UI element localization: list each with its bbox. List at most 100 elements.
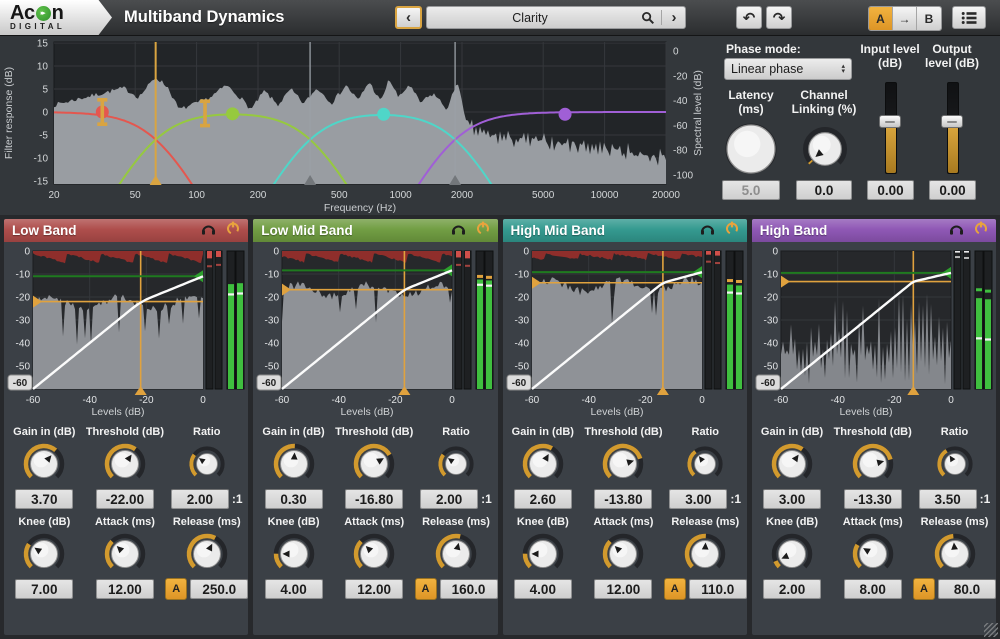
preset-name[interactable]: Clarity <box>427 7 633 28</box>
undo-button[interactable]: ↶ <box>736 6 762 29</box>
ratio-value[interactable]: 3.50 <box>919 489 977 509</box>
attack-value[interactable]: 8.00 <box>844 579 902 599</box>
range-badge[interactable]: -60 <box>8 375 32 390</box>
auto-release-button[interactable]: A <box>165 578 187 600</box>
slider-handle[interactable] <box>879 115 901 128</box>
release-knob[interactable] <box>184 530 230 578</box>
attack-knob[interactable] <box>102 530 148 578</box>
ratio-knob[interactable] <box>187 440 227 488</box>
gain-in-knob[interactable] <box>21 440 67 488</box>
preset-previous-button[interactable]: ‹ <box>395 6 422 29</box>
search-icon[interactable] <box>638 11 658 25</box>
gain-in-knob[interactable] <box>769 440 815 488</box>
ratio-knob[interactable] <box>685 440 725 488</box>
latency-knob[interactable] <box>722 120 780 183</box>
gain-in-knob[interactable] <box>271 440 317 488</box>
band-gain-handle[interactable] <box>559 108 572 121</box>
range-badge[interactable]: -60 <box>507 375 531 390</box>
threshold-knob[interactable] <box>351 440 397 488</box>
channel-linking-knob[interactable] <box>800 124 850 179</box>
release-value[interactable]: 80.0 <box>938 579 996 599</box>
band-gain-handle[interactable] <box>226 107 239 120</box>
knee-value[interactable]: 4.00 <box>265 579 323 599</box>
ratio-value[interactable]: 2.00 <box>171 489 229 509</box>
ratio-knob[interactable] <box>935 440 975 488</box>
channel-linking-value[interactable]: 0.0 <box>796 180 852 200</box>
bypass-button[interactable] <box>476 221 490 240</box>
solo-button[interactable] <box>949 222 964 240</box>
release-knob[interactable] <box>682 530 728 578</box>
menu-button[interactable] <box>952 6 986 29</box>
threshold-knob[interactable] <box>600 440 646 488</box>
knob-label: Knee (dB) <box>18 516 70 528</box>
preset-next-button[interactable]: › <box>665 9 683 26</box>
svg-text:0: 0 <box>772 247 778 258</box>
slider-handle[interactable] <box>941 115 963 128</box>
knob-label: Threshold (dB) <box>584 426 662 438</box>
attack-value[interactable]: 12.00 <box>345 579 403 599</box>
knee-value[interactable]: 7.00 <box>15 579 73 599</box>
release-value[interactable]: 110.0 <box>689 579 747 599</box>
threshold-value[interactable]: -13.30 <box>844 489 902 509</box>
input-level-value[interactable]: 0.00 <box>867 180 914 200</box>
gain-in-value[interactable]: 2.60 <box>514 489 572 509</box>
svg-text:Levels (dB): Levels (dB) <box>839 406 892 417</box>
knee-value[interactable]: 4.00 <box>514 579 572 599</box>
svg-text:0: 0 <box>699 395 705 406</box>
threshold-knob[interactable] <box>850 440 896 488</box>
auto-release-button[interactable]: A <box>913 578 935 600</box>
knee-value[interactable]: 2.00 <box>763 579 821 599</box>
solo-button[interactable] <box>201 222 216 240</box>
range-badge[interactable]: -60 <box>257 375 281 390</box>
release-knob[interactable] <box>932 530 978 578</box>
ratio-value[interactable]: 3.00 <box>669 489 727 509</box>
attack-knob[interactable] <box>850 530 896 578</box>
band-transfer-display: 0-10-20-30-40-50-60-60-40-200Levels (dB) <box>256 245 495 417</box>
threshold-knob[interactable] <box>102 440 148 488</box>
threshold-value[interactable]: -16.80 <box>345 489 403 509</box>
input-level-slider[interactable] <box>885 82 897 174</box>
release-value[interactable]: 250.0 <box>190 579 248 599</box>
auto-release-button[interactable]: A <box>415 578 437 600</box>
auto-release-button[interactable]: A <box>664 578 686 600</box>
ratio-knob[interactable] <box>436 440 476 488</box>
gain-in-value[interactable]: 3.00 <box>763 489 821 509</box>
ab-copy-button[interactable]: → <box>893 7 917 30</box>
ratio-value[interactable]: 2.00 <box>420 489 478 509</box>
band-gain-handle[interactable] <box>377 108 390 121</box>
gain-in-knob[interactable] <box>520 440 566 488</box>
attack-knob[interactable] <box>351 530 397 578</box>
knob-label: Ratio <box>442 426 470 438</box>
output-level-slider[interactable] <box>947 82 959 174</box>
ab-b-button[interactable]: B <box>917 7 941 30</box>
bypass-button[interactable] <box>974 221 988 240</box>
latency-label: Latency (ms) <box>720 88 782 116</box>
attack-value[interactable]: 12.00 <box>594 579 652 599</box>
range-badge[interactable]: -60 <box>756 375 780 390</box>
redo-button[interactable]: ↷ <box>766 6 792 29</box>
release-knob[interactable] <box>433 530 479 578</box>
release-value[interactable]: 160.0 <box>440 579 498 599</box>
solo-button[interactable] <box>700 222 715 240</box>
knee-knob[interactable] <box>271 530 317 578</box>
gain-in-value[interactable]: 3.70 <box>15 489 73 509</box>
output-level-value[interactable]: 0.00 <box>929 180 976 200</box>
threshold-value[interactable]: -22.00 <box>96 489 154 509</box>
gain-in-value[interactable]: 0.30 <box>265 489 323 509</box>
bypass-button[interactable] <box>725 221 739 240</box>
phase-mode-dropdown[interactable]: Linear phase ▴▾ <box>724 58 852 80</box>
knee-knob[interactable] <box>520 530 566 578</box>
svg-text:-50: -50 <box>763 362 778 373</box>
attack-value[interactable]: 12.00 <box>96 579 154 599</box>
knee-knob[interactable] <box>769 530 815 578</box>
bypass-button[interactable] <box>226 221 240 240</box>
threshold-value[interactable]: -13.80 <box>594 489 652 509</box>
knee-knob[interactable] <box>21 530 67 578</box>
solo-button[interactable] <box>451 222 466 240</box>
ratio-control: Ratio2.00:1 <box>165 426 248 510</box>
resize-grip[interactable] <box>984 623 998 637</box>
latency-value[interactable]: 5.0 <box>722 180 780 200</box>
ab-a-button[interactable]: A <box>869 7 893 30</box>
attack-knob[interactable] <box>600 530 646 578</box>
preset-selector[interactable]: Clarity › <box>426 6 686 29</box>
